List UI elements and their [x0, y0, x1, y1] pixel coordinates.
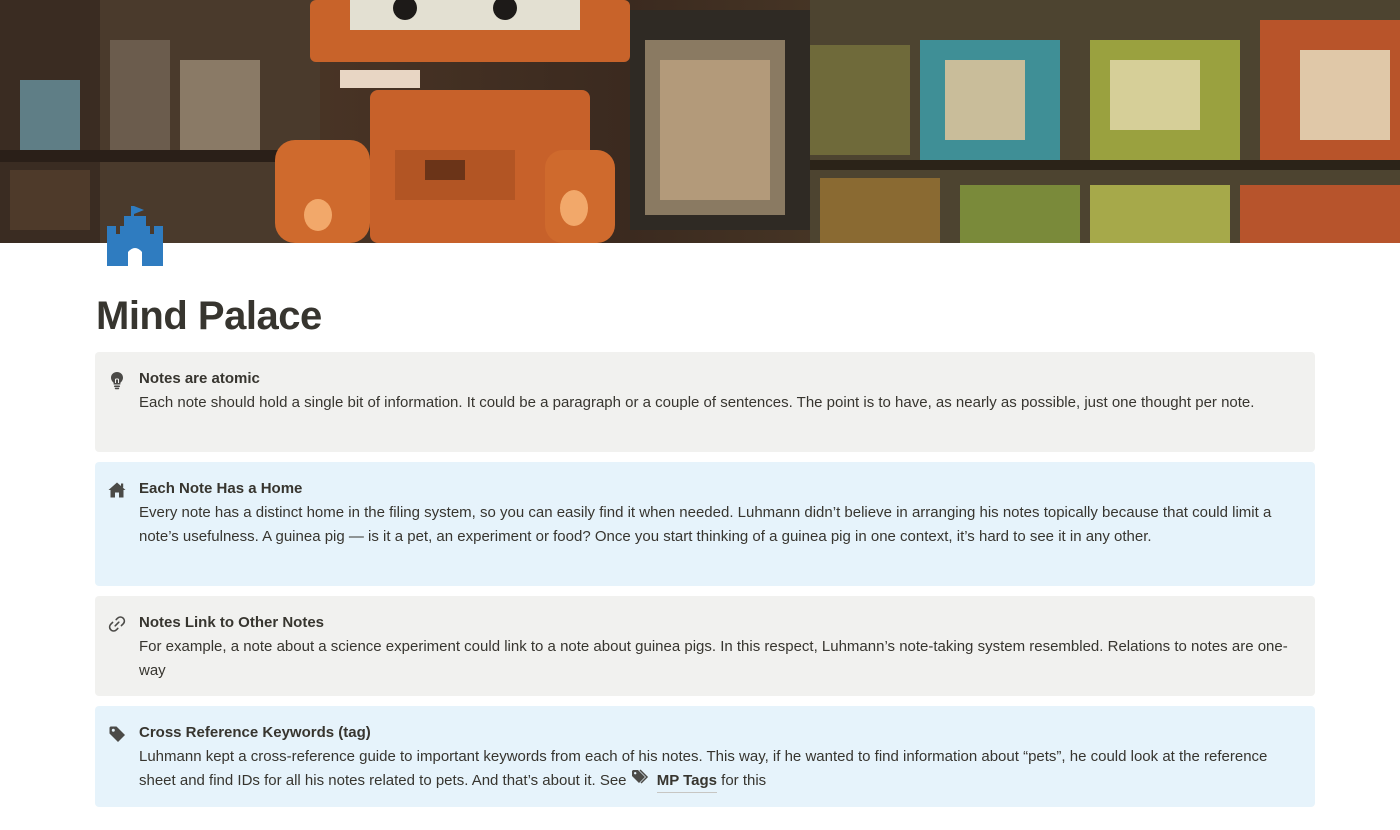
cover-illustration [0, 0, 1400, 243]
callout-title: Each Note Has a Home [139, 480, 303, 497]
callout-body: Every note has a distinct home in the fi… [139, 504, 1272, 545]
page-mention-mp-tags[interactable]: MP Tags [631, 768, 717, 793]
callout-cross-reference[interactable]: Cross Reference Keywords (tag) Luhmann k… [95, 706, 1315, 807]
callout-notes-atomic[interactable]: Notes are atomic Each note should hold a… [95, 352, 1315, 452]
callout-body: Each note should hold a single bit of in… [139, 394, 1255, 411]
link-icon [108, 616, 126, 632]
mention-label[interactable]: MP Tags [656, 769, 717, 793]
callout-title: Notes are atomic [139, 370, 260, 387]
callout-title: Notes Link to Other Notes [139, 614, 325, 631]
callout-body: Luhmann kept a cross-reference guide to … [139, 745, 1295, 793]
cover-image[interactable] [0, 0, 1400, 243]
page-title: Mind Palace [96, 294, 322, 338]
callout-each-note-home[interactable]: Each Note Has a Home Every note has a di… [95, 462, 1315, 586]
tag-icon [109, 726, 125, 742]
tags-icon [631, 768, 648, 784]
callout-title: Cross Reference Keywords (tag) [139, 724, 371, 741]
lightbulb-icon [111, 372, 123, 390]
home-icon [108, 482, 126, 498]
callout-body-tail: for this [717, 771, 767, 789]
castle-icon[interactable] [104, 204, 166, 268]
callout-notes-link[interactable]: Notes Link to Other Notes For example, a… [95, 596, 1315, 696]
callout-body: For example, a note about a science expe… [139, 638, 1288, 679]
